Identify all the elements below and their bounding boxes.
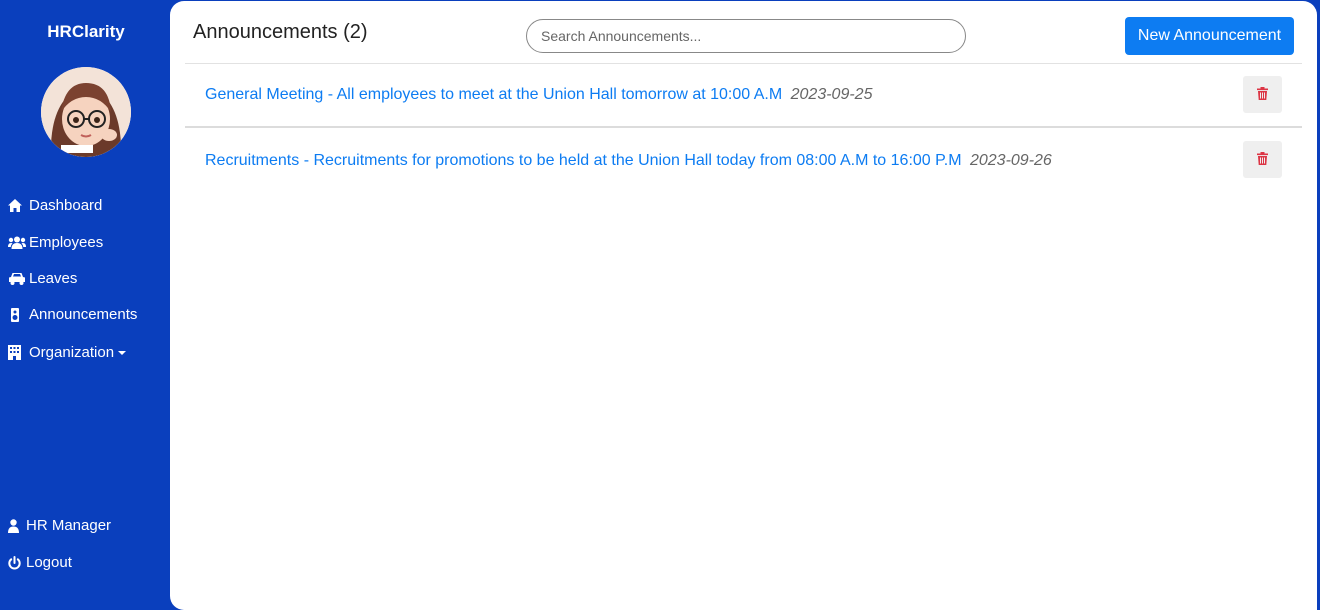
trash-icon <box>1257 86 1268 103</box>
nav-label: Logout <box>26 554 72 571</box>
nav-announcements[interactable]: Announcements <box>8 306 137 323</box>
search-input[interactable] <box>526 19 966 53</box>
nav-label: Leaves <box>29 270 78 287</box>
nav-dashboard[interactable]: Dashboard <box>8 197 102 214</box>
new-announcement-button[interactable]: New Announcement <box>1125 17 1294 55</box>
delete-button[interactable] <box>1243 76 1282 113</box>
announcement-list: General Meeting - All employees to meet … <box>185 63 1302 193</box>
nav-label: Organization <box>29 344 115 361</box>
main-panel: Announcements (2) New Announcement Gener… <box>170 1 1317 610</box>
page-title: Announcements (2) <box>193 21 368 43</box>
nav-label: Announcements <box>29 306 138 323</box>
nav-label: Dashboard <box>29 197 103 214</box>
nav-label: HR Manager <box>26 517 112 534</box>
speaker-icon <box>8 307 26 323</box>
caret-down-icon <box>118 350 127 355</box>
list-item: Recruitments - Recruitments for promotio… <box>185 128 1302 193</box>
sidebar: HRClarity Dashboard Employees Leaves Ann… <box>0 0 172 610</box>
nav-logout[interactable]: Logout <box>8 554 72 571</box>
building-icon <box>8 345 26 361</box>
trash-icon <box>1257 151 1268 168</box>
announcement-text[interactable]: Recruitments - Recruitments for promotio… <box>205 152 962 169</box>
list-item: General Meeting - All employees to meet … <box>185 63 1302 128</box>
nav-user[interactable]: HR Manager <box>8 517 111 534</box>
nav-organization[interactable]: Organization <box>8 344 127 361</box>
user-icon <box>8 518 23 534</box>
delete-button[interactable] <box>1243 141 1282 178</box>
car-icon <box>8 271 26 287</box>
users-icon <box>8 235 26 251</box>
home-icon <box>8 198 26 214</box>
announcement-link[interactable]: Recruitments - Recruitments for promotio… <box>205 152 1052 170</box>
nav-leaves[interactable]: Leaves <box>8 270 77 287</box>
announcement-link[interactable]: General Meeting - All employees to meet … <box>205 86 872 104</box>
avatar <box>41 67 131 157</box>
power-icon <box>8 555 23 571</box>
nav-employees[interactable]: Employees <box>8 234 103 251</box>
brand-title: HRClarity <box>47 22 125 41</box>
announcement-text[interactable]: General Meeting - All employees to meet … <box>205 86 782 103</box>
nav-label: Employees <box>29 234 104 251</box>
announcement-date: 2023-09-26 <box>969 151 1052 169</box>
announcement-date: 2023-09-25 <box>790 85 873 103</box>
